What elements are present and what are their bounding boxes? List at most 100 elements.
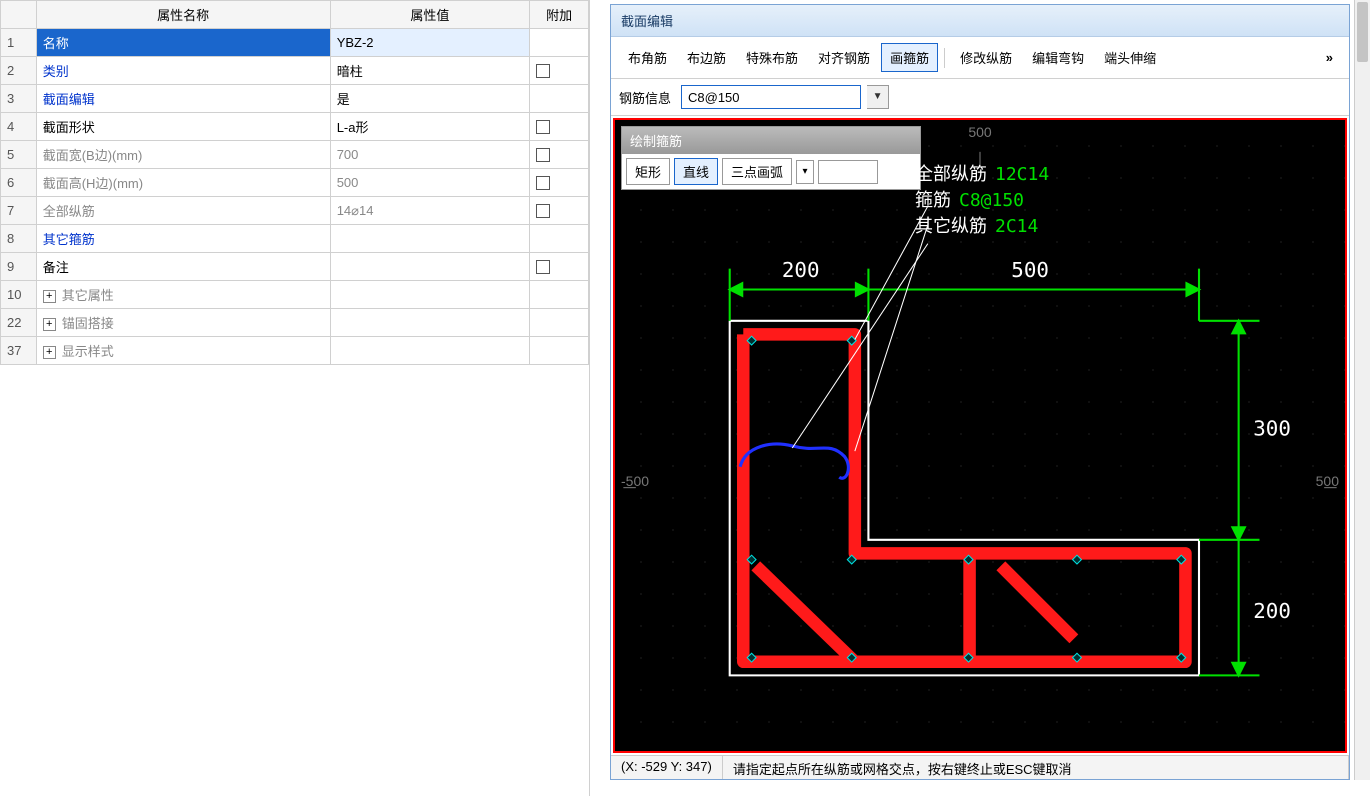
property-row[interactable]: 3截面编辑是 <box>1 85 589 113</box>
property-name-label: 截面高(H边)(mm) <box>43 176 143 191</box>
property-row[interactable]: 4截面形状L-a形 <box>1 113 589 141</box>
property-name-cell[interactable]: +其它属性 <box>36 281 330 309</box>
property-name-cell[interactable]: 全部纵筋 <box>36 197 330 225</box>
row-number: 2 <box>1 57 37 85</box>
property-value-cell[interactable] <box>330 225 529 253</box>
property-row[interactable]: 22+锚固搭接 <box>1 309 589 337</box>
header-value[interactable]: 属性值 <box>330 1 529 29</box>
toolbar-button[interactable]: 布角筋 <box>619 43 676 72</box>
property-name-label: 全部纵筋 <box>43 204 95 219</box>
dim-right-bottom: 200 <box>1253 599 1291 623</box>
checkbox[interactable] <box>536 64 550 78</box>
expand-button[interactable]: + <box>43 346 56 359</box>
property-name-cell[interactable]: 类别 <box>36 57 330 85</box>
rebar-info-dropdown[interactable]: ▼ <box>867 85 889 109</box>
property-extra-cell[interactable] <box>530 169 589 197</box>
property-value-cell[interactable]: 是 <box>330 85 529 113</box>
expand-button[interactable]: + <box>43 318 56 331</box>
property-value-cell[interactable]: 暗柱 <box>330 57 529 85</box>
vertical-scrollbar[interactable] <box>1354 0 1370 780</box>
property-name-label: 备注 <box>43 260 69 275</box>
property-row[interactable]: 10+其它属性 <box>1 281 589 309</box>
property-value-cell[interactable] <box>330 281 529 309</box>
property-extra-cell[interactable] <box>530 29 589 57</box>
row-number: 7 <box>1 197 37 225</box>
property-value-cell[interactable] <box>330 337 529 365</box>
checkbox[interactable] <box>536 260 550 274</box>
property-row[interactable]: 9备注 <box>1 253 589 281</box>
legend-value: C8@150 <box>959 190 1024 211</box>
status-message: 请指定起点所在纵筋或网格交点，按右键终止或ESC键取消 <box>723 756 1349 779</box>
panel-title: 截面编辑 <box>611 5 1349 37</box>
scrollbar-thumb[interactable] <box>1357 2 1368 62</box>
toolbar-button[interactable]: 修改纵筋 <box>951 43 1021 72</box>
property-extra-cell[interactable] <box>530 113 589 141</box>
property-extra-cell[interactable] <box>530 57 589 85</box>
row-number: 10 <box>1 281 37 309</box>
section-canvas[interactable]: 500 -500 500 <box>613 118 1347 753</box>
property-extra-cell[interactable] <box>530 253 589 281</box>
dim-right-top: 300 <box>1253 417 1291 441</box>
toolbar-button[interactable]: 编辑弯钩 <box>1023 43 1093 72</box>
section-legend: 全部纵筋12C14箍筋C8@150其它纵筋2C14 <box>915 160 1049 238</box>
property-name-cell[interactable]: 截面编辑 <box>36 85 330 113</box>
property-name-cell[interactable]: 名称 <box>36 29 330 57</box>
row-number: 22 <box>1 309 37 337</box>
row-number: 37 <box>1 337 37 365</box>
draw-tool-button[interactable]: 三点画弧 <box>722 158 792 185</box>
property-value-cell[interactable]: 700 <box>330 141 529 169</box>
toolbar-button[interactable]: 布边筋 <box>678 43 735 72</box>
property-name-cell[interactable]: 其它箍筋 <box>36 225 330 253</box>
property-row[interactable]: 37+显示样式 <box>1 337 589 365</box>
toolbar-more[interactable]: » <box>1318 50 1341 65</box>
property-name-cell[interactable]: 截面宽(B边)(mm) <box>36 141 330 169</box>
checkbox[interactable] <box>536 120 550 134</box>
property-extra-cell[interactable] <box>530 309 589 337</box>
property-row[interactable]: 5截面宽(B边)(mm)700 <box>1 141 589 169</box>
row-number: 4 <box>1 113 37 141</box>
property-extra-cell[interactable] <box>530 337 589 365</box>
property-extra-cell[interactable] <box>530 141 589 169</box>
property-value-cell[interactable] <box>330 253 529 281</box>
header-name[interactable]: 属性名称 <box>36 1 330 29</box>
property-value-cell[interactable]: 500 <box>330 169 529 197</box>
header-extra[interactable]: 附加 <box>530 1 589 29</box>
draw-tool-button[interactable]: 直线 <box>674 158 718 185</box>
toolbar-button[interactable]: 画箍筋 <box>881 43 938 72</box>
draw-color-swatch[interactable] <box>818 160 878 184</box>
row-number: 1 <box>1 29 37 57</box>
property-extra-cell[interactable] <box>530 225 589 253</box>
expand-button[interactable]: + <box>43 290 56 303</box>
header-blank <box>1 1 37 29</box>
property-row[interactable]: 6截面高(H边)(mm)500 <box>1 169 589 197</box>
property-extra-cell[interactable] <box>530 85 589 113</box>
property-name-label: 截面宽(B边)(mm) <box>43 148 143 163</box>
property-value-cell[interactable]: 14⌀14 <box>330 197 529 225</box>
property-value-cell[interactable]: YBZ-2 <box>330 29 529 57</box>
draw-tool-dropdown[interactable]: ▾ <box>796 160 814 184</box>
property-value-cell[interactable] <box>330 309 529 337</box>
property-row[interactable]: 8其它箍筋 <box>1 225 589 253</box>
property-name-cell[interactable]: 截面高(H边)(mm) <box>36 169 330 197</box>
checkbox[interactable] <box>536 204 550 218</box>
property-row[interactable]: 7 全部纵筋 14⌀14 <box>1 197 589 225</box>
property-name-cell[interactable]: +锚固搭接 <box>36 309 330 337</box>
property-name-cell[interactable]: 备注 <box>36 253 330 281</box>
toolbar-button[interactable]: 对齐钢筋 <box>809 43 879 72</box>
legend-row: 箍筋C8@150 <box>915 186 1049 212</box>
checkbox[interactable] <box>536 176 550 190</box>
rebar-info-input[interactable] <box>681 85 861 109</box>
legend-row: 其它纵筋2C14 <box>915 212 1049 238</box>
property-value-cell[interactable]: L-a形 <box>330 113 529 141</box>
property-extra-cell[interactable] <box>530 197 589 225</box>
property-extra-cell[interactable] <box>530 281 589 309</box>
property-name-cell[interactable]: 截面形状 <box>36 113 330 141</box>
toolbar-button[interactable]: 端头伸缩 <box>1095 43 1165 72</box>
toolbar-button[interactable]: 特殊布筋 <box>737 43 807 72</box>
legend-label: 其它纵筋 <box>915 216 987 237</box>
property-row[interactable]: 1名称YBZ-2 <box>1 29 589 57</box>
property-name-cell[interactable]: +显示样式 <box>36 337 330 365</box>
draw-tool-button[interactable]: 矩形 <box>626 158 670 185</box>
property-row[interactable]: 2类别暗柱 <box>1 57 589 85</box>
checkbox[interactable] <box>536 148 550 162</box>
